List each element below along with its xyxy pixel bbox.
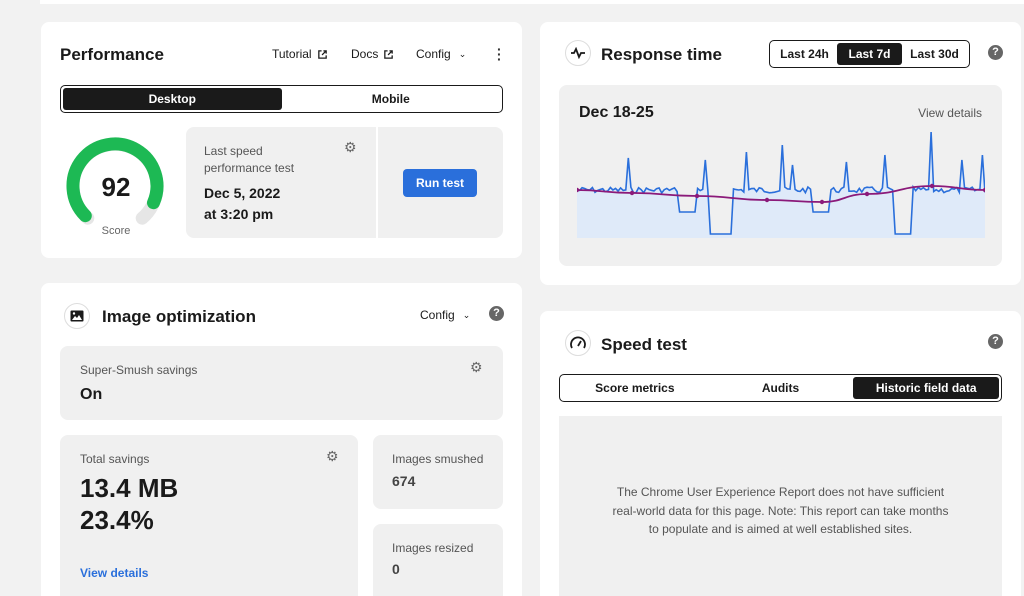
external-link-icon — [384, 49, 394, 59]
view-details-link[interactable]: View details — [918, 106, 982, 120]
tutorial-link[interactable]: Tutorial — [272, 47, 328, 61]
gear-icon[interactable]: ⚙ — [344, 139, 357, 156]
external-link-icon — [317, 49, 327, 59]
super-smush-label: Super-Smush savings — [80, 363, 198, 377]
tutorial-label: Tutorial — [272, 47, 312, 61]
help-icon[interactable]: ? — [489, 306, 504, 321]
range-30d[interactable]: Last 30d — [902, 43, 967, 65]
total-savings-percent: 23.4% — [80, 505, 154, 535]
message-line: real-world data for this page. Note: Thi… — [612, 503, 949, 518]
speed-test-tabs: Score metrics Audits Historic field data — [559, 374, 1002, 402]
field-data-message: The Chrome User Experience Report does n… — [559, 483, 1002, 539]
device-toggle: Desktop Mobile — [60, 85, 503, 113]
speedometer-icon — [565, 330, 591, 356]
field-data-panel: The Chrome User Experience Report does n… — [559, 416, 1002, 596]
total-savings-panel: Total savings 13.4 MB 23.4% View details… — [60, 435, 358, 596]
date-range-label: Dec 18-25 — [579, 104, 654, 121]
trend-point — [819, 199, 825, 205]
tab-score-metrics[interactable]: Score metrics — [562, 377, 708, 399]
response-time-title: Response time — [601, 45, 722, 64]
help-icon[interactable]: ? — [988, 334, 1003, 349]
gear-icon[interactable]: ⚙ — [326, 448, 339, 465]
message-line: The Chrome User Experience Report does n… — [616, 485, 945, 499]
trend-point — [929, 183, 935, 189]
images-smushed-label: Images smushed — [392, 452, 484, 466]
images-smushed-panel: Images smushed 674 — [373, 435, 503, 509]
top-card-edge — [40, 0, 1024, 4]
more-options-icon[interactable]: · · · — [497, 42, 502, 66]
config-label: Config — [416, 47, 451, 61]
docs-label: Docs — [351, 47, 379, 61]
config-label: Config — [420, 308, 455, 322]
tab-desktop[interactable]: Desktop — [63, 88, 282, 110]
images-resized-panel: Images resized 0 — [373, 524, 503, 596]
trend-point — [864, 191, 870, 197]
total-savings-size: 13.4 MB — [80, 473, 179, 503]
images-resized-value: 0 — [392, 561, 400, 577]
total-savings-label: Total savings — [80, 452, 150, 466]
image-config-dropdown[interactable]: Config ⌄ — [420, 308, 470, 322]
images-smushed-value: 674 — [392, 473, 416, 489]
gear-icon[interactable]: ⚙ — [470, 359, 483, 376]
super-smush-value: On — [80, 386, 103, 403]
last-test-label: Last speed performance test — [204, 144, 295, 175]
score-value: 92 — [101, 172, 131, 202]
pulse-icon — [565, 40, 591, 66]
image-icon — [64, 303, 90, 329]
images-resized-label: Images resized — [392, 541, 474, 555]
trend-point — [764, 197, 770, 203]
view-details-link[interactable]: View details — [80, 566, 148, 580]
score-label: Score — [101, 225, 131, 237]
last-test-panel: Last speed performance test Dec 5, 2022 … — [186, 127, 376, 238]
performance-title: Performance — [60, 45, 164, 64]
tab-mobile[interactable]: Mobile — [282, 88, 501, 110]
help-icon[interactable]: ? — [988, 45, 1003, 60]
last-test-date: Dec 5, 2022 — [204, 185, 281, 201]
run-test-panel: Run test — [378, 127, 503, 238]
range-24h[interactable]: Last 24h — [772, 43, 837, 65]
image-optimization-card: Image optimization Config ⌄ ? Super-Smus… — [41, 283, 522, 596]
speed-test-title: Speed test — [601, 335, 687, 354]
super-smush-panel: Super-Smush savings On ⚙ — [60, 346, 503, 420]
response-chart-panel: Dec 18-25 View details — [559, 85, 1002, 266]
response-time-card: Response time Last 24h Last 7d Last 30d … — [540, 22, 1021, 285]
tab-historic-field-data[interactable]: Historic field data — [853, 377, 1000, 399]
trend-point — [694, 193, 700, 199]
docs-link[interactable]: Docs — [351, 47, 394, 61]
trend-point — [629, 190, 635, 196]
performance-card: Performance Tutorial Docs Config ⌄ · · · D… — [41, 22, 522, 258]
chevron-down-icon: ⌄ — [458, 48, 467, 59]
time-range-toggle: Last 24h Last 7d Last 30d — [769, 40, 970, 68]
message-line: to populate and is aimed at well establi… — [648, 522, 913, 536]
last-test-time: at 3:20 pm — [204, 206, 274, 222]
range-7d[interactable]: Last 7d — [837, 43, 902, 65]
speed-test-card: Speed test ? Score metrics Audits Histor… — [540, 311, 1021, 596]
chevron-down-icon: ⌄ — [462, 309, 471, 320]
response-area — [577, 132, 985, 238]
tab-audits[interactable]: Audits — [708, 377, 854, 399]
image-optimization-title: Image optimization — [102, 307, 256, 326]
run-test-button[interactable]: Run test — [403, 169, 477, 197]
response-chart — [577, 131, 985, 238]
config-dropdown[interactable]: Config ⌄ — [416, 47, 466, 61]
